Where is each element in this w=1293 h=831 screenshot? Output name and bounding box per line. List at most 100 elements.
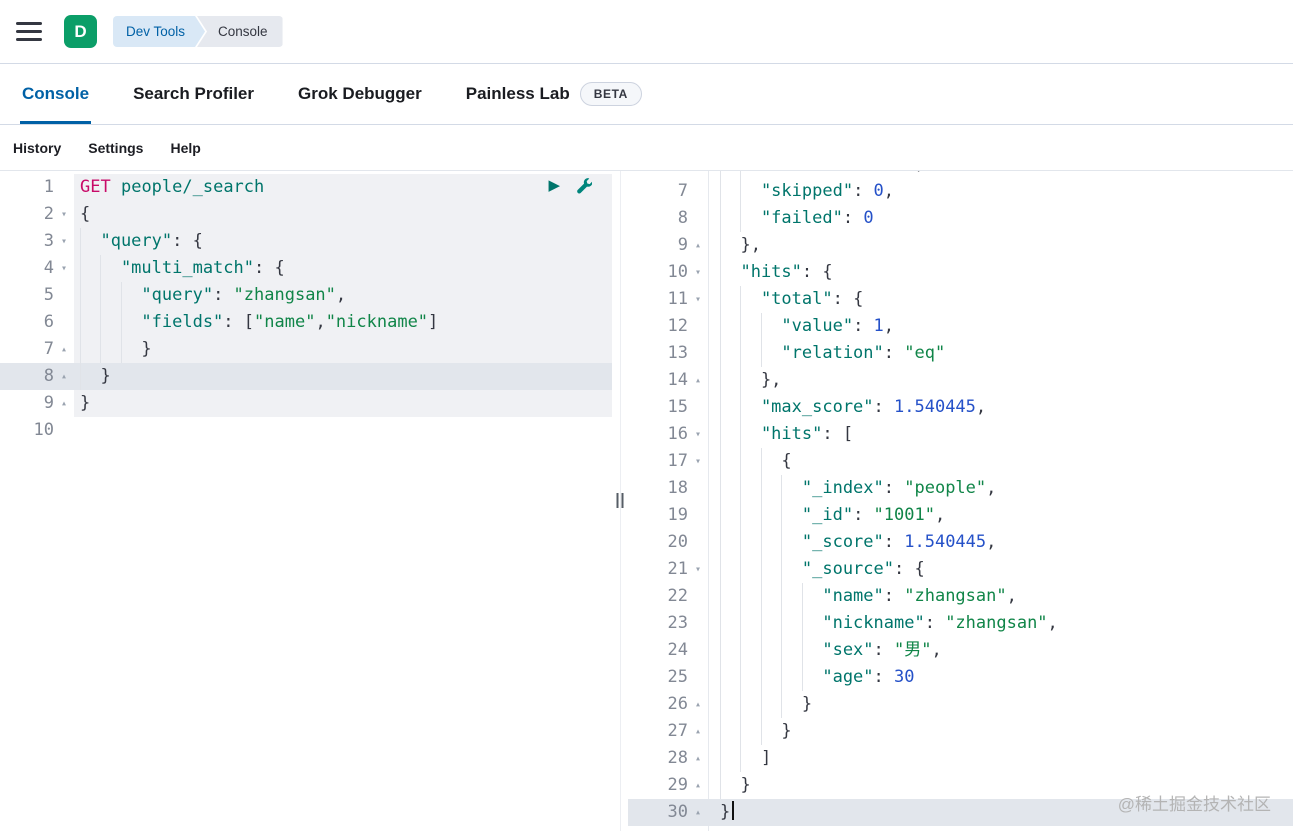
fold-close-icon[interactable]: ▴ <box>688 745 708 772</box>
code-row[interactable]: 17 ▾ { <box>628 448 1293 475</box>
code-row[interactable]: 9 ▴} <box>0 390 612 417</box>
code-line[interactable]: }, <box>708 367 1293 394</box>
code-row[interactable]: 4 ▾ "multi_match": { <box>0 255 612 282</box>
fold-open-icon[interactable]: ▾ <box>54 255 74 282</box>
tab-console[interactable]: Console <box>12 64 99 124</box>
tab-search-profiler[interactable]: Search Profiler <box>123 64 264 124</box>
code-row[interactable]: 7 ▴} <box>0 336 612 363</box>
code-line[interactable]: "multi_match": { <box>74 255 612 282</box>
code-line[interactable]: "query": "zhangsan", <box>74 282 612 309</box>
code-row[interactable]: 24 "sex": "男", <box>628 637 1293 664</box>
code-line[interactable]: { <box>708 448 1293 475</box>
code-row[interactable]: 7 "skipped": 0, <box>628 178 1293 205</box>
tab-painless-lab[interactable]: Painless Lab BETA <box>456 64 652 124</box>
code-line[interactable]: "sex": "男", <box>708 637 1293 664</box>
code-row[interactable]: 6 "fields": ["name","nickname"] <box>0 309 612 336</box>
code-line[interactable]: GET people/_search <box>74 174 612 201</box>
code-line[interactable]: "total": { <box>708 286 1293 313</box>
fold-close-icon[interactable]: ▴ <box>54 336 74 363</box>
fold-close-icon[interactable]: ▴ <box>688 367 708 394</box>
code-line[interactable]: } <box>74 390 612 417</box>
code-line[interactable]: "skipped": 0, <box>708 178 1293 205</box>
fold-close-icon[interactable]: ▴ <box>54 363 74 390</box>
code-row[interactable]: 8 ▴} <box>0 363 612 390</box>
fold-open-icon[interactable]: ▾ <box>688 286 708 313</box>
code-line[interactable]: } <box>708 718 1293 745</box>
code-line[interactable]: "value": 1, <box>708 313 1293 340</box>
fold-open-icon[interactable]: ▾ <box>688 448 708 475</box>
code-line[interactable]: "fields": ["name","nickname"] <box>74 309 612 336</box>
code-row[interactable]: 8 "failed": 0 <box>628 205 1293 232</box>
code-row[interactable]: 21 ▾ "_source": { <box>628 556 1293 583</box>
code-line[interactable]: }, <box>708 232 1293 259</box>
history-menu-item[interactable]: History <box>13 140 61 156</box>
code-line[interactable]: "query": { <box>74 228 612 255</box>
code-line[interactable]: "_score": 1.540445, <box>708 529 1293 556</box>
code-row[interactable]: 2 ▾ { <box>0 201 612 228</box>
code-row[interactable]: 3 ▾ "query": { <box>0 228 612 255</box>
code-line[interactable]: } <box>74 363 612 390</box>
help-menu-item[interactable]: Help <box>170 140 200 156</box>
code-row[interactable]: 25 "age": 30 <box>628 664 1293 691</box>
request-editor[interactable]: 1 GET people/_search 2 ▾{3 ▾ "query": {4 ▾ "mul… <box>0 171 612 831</box>
code-line[interactable]: "failed": 0 <box>708 205 1293 232</box>
code-line[interactable]: } <box>708 691 1293 718</box>
code-row[interactable]: 14 ▴}, <box>628 367 1293 394</box>
code-row[interactable]: 27 ▴} <box>628 718 1293 745</box>
code-line[interactable]: "max_score": 1.540445, <box>708 394 1293 421</box>
fold-open-icon[interactable]: ▾ <box>688 259 708 286</box>
fold-open-icon[interactable]: ▾ <box>688 556 708 583</box>
fold-close-icon[interactable]: ▴ <box>688 718 708 745</box>
fold-close-icon[interactable]: ▴ <box>688 232 708 259</box>
fold-open-icon[interactable]: ▾ <box>688 421 708 448</box>
code-row[interactable]: 28 ▴] <box>628 745 1293 772</box>
code-line[interactable]: ] <box>708 745 1293 772</box>
code-line[interactable]: "relation": "eq" <box>708 340 1293 367</box>
fold-close-icon[interactable]: ▴ <box>688 799 708 826</box>
code-row[interactable]: 18 "_index": "people", <box>628 475 1293 502</box>
code-line[interactable]: "_source": { <box>708 556 1293 583</box>
settings-menu-item[interactable]: Settings <box>88 140 143 156</box>
breadcrumb-dev-tools[interactable]: Dev Tools <box>113 16 205 47</box>
code-row[interactable]: 11 ▾ "total": { <box>628 286 1293 313</box>
code-line[interactable]: "name": "zhangsan", <box>708 583 1293 610</box>
code-row[interactable]: 13 "relation": "eq" <box>628 340 1293 367</box>
code-row[interactable]: 20 "_score": 1.540445, <box>628 529 1293 556</box>
code-line[interactable]: "hits": { <box>708 259 1293 286</box>
fold-close-icon[interactable]: ▴ <box>54 390 74 417</box>
code-row[interactable]: 22 "name": "zhangsan", <box>628 583 1293 610</box>
send-request-icon[interactable]: ▶ <box>548 177 560 194</box>
code-line[interactable]: "hits": [ <box>708 421 1293 448</box>
code-row[interactable]: 1 GET people/_search <box>0 174 612 201</box>
code-line[interactable] <box>74 417 612 444</box>
code-line[interactable]: "successful": 1, <box>708 171 1293 178</box>
code-row[interactable]: 26 ▴} <box>628 691 1293 718</box>
panel-resizer[interactable] <box>612 171 628 831</box>
code-row[interactable]: 10 <box>0 417 612 444</box>
code-row[interactable]: 5 "query": "zhangsan", <box>0 282 612 309</box>
code-line[interactable]: "_index": "people", <box>708 475 1293 502</box>
code-line[interactable]: "age": 30 <box>708 664 1293 691</box>
code-row[interactable]: 23 "nickname": "zhangsan", <box>628 610 1293 637</box>
space-avatar[interactable]: D <box>64 15 97 48</box>
code-row[interactable]: 12 "value": 1, <box>628 313 1293 340</box>
code-row[interactable]: 16 ▾ "hits": [ <box>628 421 1293 448</box>
tab-grok-debugger[interactable]: Grok Debugger <box>288 64 432 124</box>
fold-close-icon[interactable]: ▴ <box>688 691 708 718</box>
request-options-wrench-icon[interactable] <box>575 177 593 194</box>
code-row[interactable]: 6 "successful": 1, <box>628 171 1293 178</box>
fold-open-icon[interactable]: ▾ <box>54 201 74 228</box>
fold-close-icon[interactable]: ▴ <box>688 772 708 799</box>
response-viewer[interactable]: 6 "successful": 1, 7 "skipped": 0, 8 "failed"… <box>628 171 1293 831</box>
code-line[interactable]: { <box>74 201 612 228</box>
code-line[interactable]: } <box>74 336 612 363</box>
code-line[interactable]: "_id": "1001", <box>708 502 1293 529</box>
fold-open-icon[interactable]: ▾ <box>54 228 74 255</box>
code-row[interactable]: 9 ▴}, <box>628 232 1293 259</box>
code-line[interactable]: "nickname": "zhangsan", <box>708 610 1293 637</box>
indent-guide <box>720 745 740 772</box>
code-row[interactable]: 19 "_id": "1001", <box>628 502 1293 529</box>
hamburger-menu-icon[interactable] <box>16 22 42 41</box>
code-row[interactable]: 15 "max_score": 1.540445, <box>628 394 1293 421</box>
code-row[interactable]: 10 ▾ "hits": { <box>628 259 1293 286</box>
